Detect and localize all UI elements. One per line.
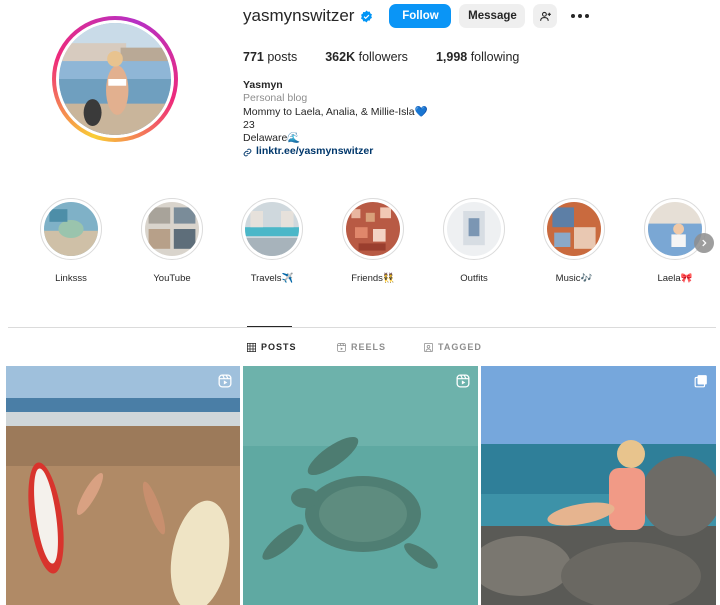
bio-link-text: linktr.ee/yasmynswitzer <box>256 145 374 158</box>
carousel-icon <box>694 375 707 388</box>
highlight-label: Linksss <box>55 273 87 284</box>
highlight-label: Travels✈️ <box>250 273 294 284</box>
highlight-cover <box>145 202 199 256</box>
posts-stat: 771 posts <box>243 50 297 64</box>
posts-label: posts <box>267 50 298 64</box>
bio-line-2: 23 <box>243 118 255 131</box>
highlight-cover <box>346 202 400 256</box>
message-button[interactable]: Message <box>459 4 526 28</box>
highlight-ring <box>40 198 102 260</box>
followers-label: followers <box>358 50 408 64</box>
post-image-sea-turtle <box>243 366 478 605</box>
highlight-outfits[interactable]: Outfits <box>434 198 514 284</box>
tab-tagged-label: TAGGED <box>438 342 482 352</box>
highlight-label: Music🎶 <box>555 273 593 284</box>
profile-header: yasmynswitzer Follow Message <box>243 4 590 28</box>
post-tile[interactable] <box>243 366 478 605</box>
highlight-label: Laela🎀 <box>657 273 693 284</box>
highlight-cover <box>547 202 601 256</box>
tab-posts-label: POSTS <box>261 342 297 352</box>
bio-name: Yasmyn <box>243 79 283 91</box>
bio-line-1: Mommy to Laela, Analia, & Millie-Isla💙 <box>243 105 428 118</box>
tagged-icon <box>424 342 433 352</box>
bio-line-3: Delaware🌊 <box>243 132 301 145</box>
highlight-friends[interactable]: Friends👯 <box>333 198 413 284</box>
tabs-divider <box>8 327 716 328</box>
followers-stat[interactable]: 362K followers <box>325 50 408 64</box>
reels-icon <box>337 342 346 352</box>
highlight-youtube[interactable]: YouTube <box>132 198 212 284</box>
highlight-label: YouTube <box>153 273 191 284</box>
highlight-linksss[interactable]: Linksss <box>31 198 111 284</box>
follow-button[interactable]: Follow <box>389 4 452 28</box>
tab-reels[interactable]: REELS <box>337 342 386 352</box>
tab-reels-label: REELS <box>351 342 387 352</box>
followers-count: 362K <box>325 50 356 64</box>
highlight-music[interactable]: Music🎶 <box>534 198 614 284</box>
profile-bio: Yasmyn Personal blog Mommy to Laela, Ana… <box>243 79 428 159</box>
more-options-icon[interactable] <box>571 14 590 18</box>
verified-badge-icon <box>360 10 373 23</box>
suggested-accounts-button[interactable] <box>533 4 558 28</box>
post-tile[interactable] <box>6 366 240 605</box>
post-image-beach-surfboards <box>6 366 240 605</box>
avatar-inner <box>56 20 174 138</box>
highlight-label: Outfits <box>460 273 488 284</box>
highlight-cover <box>648 202 702 256</box>
profile-avatar[interactable] <box>52 16 178 142</box>
highlight-ring <box>141 198 203 260</box>
highlight-ring <box>241 198 303 260</box>
following-label: following <box>470 50 520 64</box>
highlight-cover <box>447 202 501 256</box>
tab-posts[interactable]: POSTS <box>247 342 297 352</box>
highlight-cover <box>44 202 98 256</box>
reel-icon <box>218 374 232 388</box>
reel-icon <box>456 374 470 388</box>
highlight-ring <box>443 198 505 260</box>
add-person-icon <box>540 11 551 21</box>
profile-username[interactable]: yasmynswitzer <box>243 6 354 26</box>
highlight-label: Friends👯 <box>351 273 395 284</box>
post-image-rocks-sea <box>481 366 716 605</box>
highlights-next-button[interactable] <box>694 233 714 253</box>
bio-link[interactable]: linktr.ee/yasmynswitzer <box>243 145 428 158</box>
avatar-photo <box>59 23 171 135</box>
post-tile[interactable] <box>481 366 716 605</box>
active-tab-indicator <box>247 326 292 327</box>
grid-icon <box>247 342 256 352</box>
highlight-ring <box>342 198 404 260</box>
posts-count: 771 <box>243 50 264 64</box>
bio-category: Personal blog <box>243 92 308 105</box>
highlight-travels[interactable]: Travels✈️ <box>232 198 312 284</box>
highlight-cover <box>245 202 299 256</box>
link-icon <box>243 148 252 156</box>
chevron-right-icon <box>702 239 707 247</box>
highlight-ring <box>543 198 605 260</box>
story-highlights: Linksss YouTube Travels✈️ Friends👯 Outfi… <box>0 198 720 288</box>
profile-stats: 771 posts 362K followers 1,998 following <box>243 50 547 64</box>
tab-tagged[interactable]: TAGGED <box>424 342 482 352</box>
following-count: 1,998 <box>435 50 468 64</box>
following-stat[interactable]: 1,998 following <box>436 50 519 64</box>
